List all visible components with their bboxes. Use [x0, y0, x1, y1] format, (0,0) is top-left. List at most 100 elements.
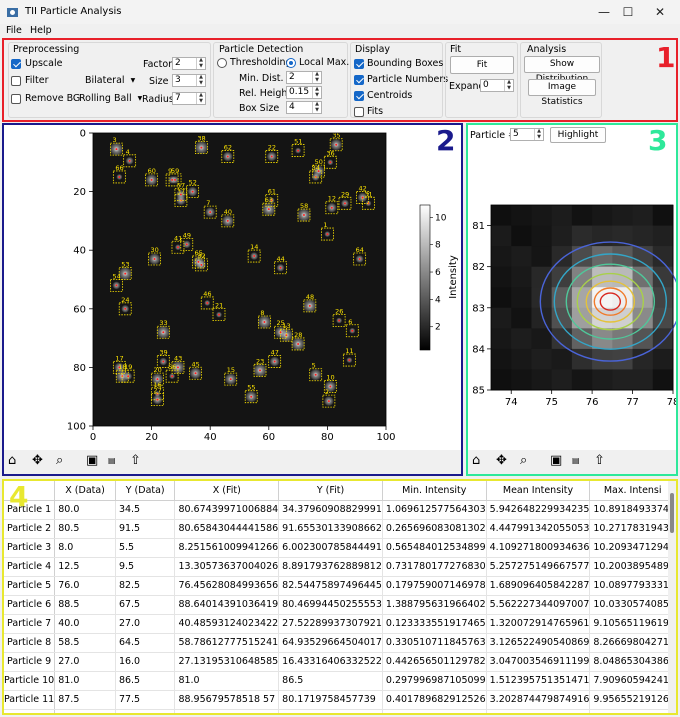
table-cell[interactable]: 87.5	[54, 690, 116, 710]
table-scrollbar[interactable]	[668, 481, 676, 713]
remove-bg-checkbox[interactable]	[11, 94, 21, 104]
image-area[interactable]	[93, 133, 386, 426]
fit-button[interactable]: Fit	[450, 56, 514, 74]
table-cell[interactable]: 0.565484012534899	[382, 538, 487, 558]
table-cell[interactable]: 27.13195310648585	[174, 652, 280, 672]
row-header[interactable]: Particle 6	[4, 595, 56, 615]
table-row[interactable]: Particle 6 88.5 67.5 88.64014391036419 80.46…	[4, 595, 676, 615]
table-cell[interactable]: 27.0	[54, 652, 116, 672]
upload-icon[interactable]: ⇧	[594, 453, 605, 469]
table-row[interactable]: Particle 7 40.0 27.0 40.48593124023422 27.52…	[4, 614, 676, 634]
table-cell[interactable]: 1.512395751351471	[486, 671, 591, 691]
row-header[interactable]: Particle 5	[4, 576, 56, 596]
table-cell[interactable]: 67.5	[115, 595, 176, 615]
table-cell[interactable]: 81.0	[54, 671, 116, 691]
save-icon[interactable]: ▣	[550, 453, 562, 469]
table-cell[interactable]: 16.43316406332522	[278, 652, 383, 672]
table-row[interactable]: Particle 1 80.0 34.5 80.67439971006884 34.37…	[4, 500, 676, 520]
table-cell[interactable]: 58.78612777515241	[174, 633, 280, 653]
table-cell[interactable]: 8.266698042717	[589, 633, 676, 653]
table-cell[interactable]: 3.126522490540869	[486, 633, 591, 653]
spin-arrows-icon[interactable]: ▲ ▼	[504, 79, 513, 91]
table-cell[interactable]: 34.37960908829991	[278, 500, 383, 520]
table-cell[interactable]: 0.442656501129782	[382, 652, 487, 672]
table-cell[interactable]: 10.03305740851	[589, 595, 676, 615]
table-cell[interactable]: 40.0	[54, 614, 116, 634]
menu-file[interactable]: File	[6, 25, 22, 36]
table-cell[interactable]: 80.1719758457739	[278, 690, 383, 710]
table-cell[interactable]: 0.330510711845763	[382, 633, 487, 653]
column-header[interactable]: Max. Intensi	[589, 481, 676, 501]
show-distribution-button[interactable]: Show Distribution	[524, 56, 600, 84]
table-cell[interactable]: 10.89184933746	[589, 500, 676, 520]
column-header[interactable]: X (Fit)	[174, 481, 280, 501]
table-cell[interactable]: 9.5	[115, 557, 176, 577]
table-cell[interactable]: 1.320072914765961	[486, 614, 591, 634]
table-cell[interactable]: 81.0	[174, 671, 280, 691]
table-cell[interactable]: 0.179759007146978	[382, 576, 487, 596]
table-cell[interactable]: 0.123333551917465	[382, 614, 487, 634]
table-cell[interactable]: 76.45628084993656	[174, 576, 280, 596]
table-cell[interactable]: 12.5	[54, 557, 116, 577]
table-cell[interactable]: 80.67439971006884	[174, 500, 280, 520]
home-icon[interactable]: ⌂	[8, 453, 16, 469]
table-row[interactable]: Particle 8 58.5 64.5 58.78612777515241 64.93…	[4, 633, 676, 653]
table-cell[interactable]: 10.20038954897	[589, 557, 676, 577]
table-cell[interactable]: 16.0	[115, 652, 176, 672]
table-cell[interactable]: 40.48593124023422	[174, 614, 280, 634]
table-cell[interactable]: 3.202874479874916	[486, 690, 591, 710]
table-cell[interactable]: 77.5	[115, 690, 176, 710]
table-cell[interactable]: 7.763420899366	[589, 709, 676, 713]
table-cell[interactable]: 88.5	[54, 595, 116, 615]
local-max-radio[interactable]	[286, 58, 296, 68]
table-cell[interactable]: 0.265696083081302	[382, 519, 487, 539]
maximize-button[interactable]: ☐	[614, 2, 642, 22]
particle-number-spinbox[interactable]: 5 ▲ ▼	[510, 128, 544, 141]
home-icon[interactable]: ⌂	[472, 453, 480, 469]
fits-checkbox[interactable]	[354, 107, 364, 117]
table-cell[interactable]: 9.956552191263	[589, 690, 676, 710]
scrollbar-thumb[interactable]	[670, 493, 674, 533]
column-header[interactable]: Y (Data)	[115, 481, 176, 501]
filter-type-dropdown[interactable]: Bilateral ▼	[85, 75, 135, 86]
expand-spinbox[interactable]: 0 ▲ ▼	[480, 79, 514, 92]
table-cell[interactable]: 2.424278494432326	[486, 709, 591, 713]
spin-arrows-icon[interactable]: ▲ ▼	[312, 86, 321, 98]
table-cell[interactable]: 58.5	[54, 633, 116, 653]
row-header[interactable]: Particle 4	[4, 557, 56, 577]
table-cell[interactable]: 3.047003546911199	[486, 652, 591, 672]
table-cell[interactable]: 88.95679578518 57	[174, 690, 280, 710]
table-cell[interactable]: 81.5	[54, 709, 116, 713]
main-plot[interactable]: 12345678910111213141516171819 20212223242…	[4, 125, 461, 450]
table-cell[interactable]: 81.78905230 03065	[174, 709, 280, 713]
table-cell[interactable]: 10.08977933310	[589, 576, 676, 596]
min-dist-spinbox[interactable]: 2 ▲ ▼	[286, 71, 322, 84]
pan-icon[interactable]: ✥	[496, 453, 507, 469]
table-row[interactable]: Particle 11 87.5 77.5 88.95679578518 57 80.1…	[4, 690, 676, 710]
zoom-icon[interactable]: ⌕	[56, 453, 63, 469]
table-cell[interactable]: 4.109271800934636	[486, 538, 591, 558]
column-header[interactable]: Y (Fit)	[278, 481, 383, 501]
table-cell[interactable]: 1.069612577564303	[382, 500, 487, 520]
table-cell[interactable]: 8.0	[54, 538, 116, 558]
table-cell[interactable]: 25.5	[115, 709, 176, 713]
table-cell[interactable]: 80.0	[54, 500, 116, 520]
menu-help[interactable]: Help	[30, 25, 52, 36]
save-icon[interactable]: ▣	[86, 453, 98, 469]
row-header[interactable]: Particle 7	[4, 614, 56, 634]
table-cell[interactable]: 88.64014391036419	[174, 595, 280, 615]
table-cell[interactable]: 64.5	[115, 633, 176, 653]
filter-checkbox[interactable]	[11, 76, 21, 86]
results-table[interactable]: X (Data) Y (Data) X (Fit) Y (Fit) Min. Inten…	[4, 481, 676, 713]
table-cell[interactable]: 0.297996987105099	[382, 671, 487, 691]
bounding-boxes-checkbox[interactable]	[354, 59, 364, 69]
radius-spinbox[interactable]: 7 ▲ ▼	[172, 92, 206, 105]
particle-numbers-checkbox[interactable]	[354, 75, 364, 85]
rel-height-spinbox[interactable]: 0.15 ▲ ▼	[286, 86, 322, 99]
table-cell[interactable]: 7.909605942412	[589, 671, 676, 691]
table-cell[interactable]: 0.731780177276830	[382, 557, 487, 577]
highlight-button[interactable]: Highlight	[550, 127, 606, 143]
table-cell[interactable]: 76.0	[54, 576, 116, 596]
table-cell[interactable]: 8.251561009941266	[174, 538, 280, 558]
table-row[interactable]: Particle 9 27.0 16.0 27.13195310648585 16.43…	[4, 652, 676, 672]
